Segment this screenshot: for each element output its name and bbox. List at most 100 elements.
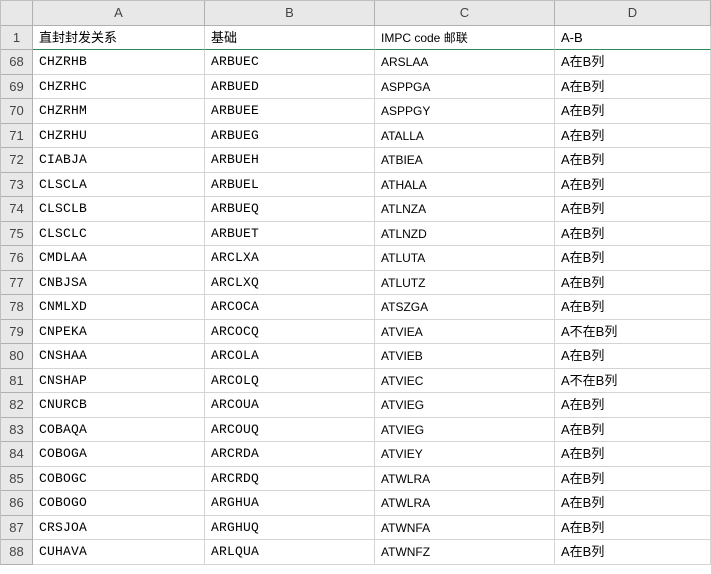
cell-B[interactable]: ARCOLQ	[205, 369, 375, 394]
cell-B[interactable]: ARGHUA	[205, 491, 375, 516]
cell-A[interactable]: CHZRHU	[33, 124, 205, 149]
row-header[interactable]: 70	[1, 99, 33, 124]
header-cell-B[interactable]: 基础	[205, 26, 375, 51]
row-header[interactable]: 1	[1, 26, 33, 51]
cell-B[interactable]: ARCLXQ	[205, 271, 375, 296]
cell-C[interactable]: ATWNFA	[375, 516, 555, 541]
cell-D[interactable]: A在B列	[555, 540, 711, 565]
cell-B[interactable]: ARCRDA	[205, 442, 375, 467]
cell-C[interactable]: ATVIEY	[375, 442, 555, 467]
cell-B[interactable]: ARGHUQ	[205, 516, 375, 541]
cell-A[interactable]: CMDLAA	[33, 246, 205, 271]
cell-A[interactable]: CUHAVA	[33, 540, 205, 565]
cell-C[interactable]: ASPPGY	[375, 99, 555, 124]
cell-C[interactable]: ATBIEA	[375, 148, 555, 173]
spreadsheet-grid[interactable]: A B C D 1 直封封发关系 基础 IMPC code 邮联 A-B 68C…	[0, 0, 711, 565]
cell-C[interactable]: ATLUTZ	[375, 271, 555, 296]
cell-C[interactable]: ATVIEC	[375, 369, 555, 394]
cell-B[interactable]: ARBUEG	[205, 124, 375, 149]
row-header[interactable]: 73	[1, 173, 33, 198]
col-header-A[interactable]: A	[33, 1, 205, 26]
cell-B[interactable]: ARCOCA	[205, 295, 375, 320]
col-header-D[interactable]: D	[555, 1, 711, 26]
cell-C[interactable]: ATSZGA	[375, 295, 555, 320]
cell-D[interactable]: A在B列	[555, 99, 711, 124]
cell-C[interactable]: ATALLA	[375, 124, 555, 149]
cell-D[interactable]: A在B列	[555, 75, 711, 100]
cell-A[interactable]: COBOGA	[33, 442, 205, 467]
cell-A[interactable]: CNSHAP	[33, 369, 205, 394]
cell-C[interactable]: ATVIEG	[375, 393, 555, 418]
cell-B[interactable]: ARBUEC	[205, 50, 375, 75]
row-header[interactable]: 78	[1, 295, 33, 320]
corner-cell[interactable]	[1, 1, 33, 26]
col-header-C[interactable]: C	[375, 1, 555, 26]
cell-B[interactable]: ARBUEH	[205, 148, 375, 173]
cell-A[interactable]: CNMLXD	[33, 295, 205, 320]
cell-C[interactable]: ATLNZD	[375, 222, 555, 247]
cell-C[interactable]: ASPPGA	[375, 75, 555, 100]
cell-A[interactable]: CNPEKA	[33, 320, 205, 345]
row-header[interactable]: 88	[1, 540, 33, 565]
cell-B[interactable]: ARBUET	[205, 222, 375, 247]
cell-D[interactable]: A在B列	[555, 418, 711, 443]
row-header[interactable]: 84	[1, 442, 33, 467]
cell-B[interactable]: ARCOLA	[205, 344, 375, 369]
cell-B[interactable]: ARLQUA	[205, 540, 375, 565]
row-header[interactable]: 80	[1, 344, 33, 369]
cell-D[interactable]: A在B列	[555, 393, 711, 418]
cell-D[interactable]: A在B列	[555, 124, 711, 149]
row-header[interactable]: 81	[1, 369, 33, 394]
cell-D[interactable]: A不在B列	[555, 369, 711, 394]
cell-B[interactable]: ARBUEL	[205, 173, 375, 198]
cell-D[interactable]: A在B列	[555, 491, 711, 516]
row-header[interactable]: 74	[1, 197, 33, 222]
cell-A[interactable]: COBAQA	[33, 418, 205, 443]
row-header[interactable]: 79	[1, 320, 33, 345]
cell-D[interactable]: A在B列	[555, 271, 711, 296]
cell-D[interactable]: A在B列	[555, 222, 711, 247]
row-header[interactable]: 87	[1, 516, 33, 541]
cell-A[interactable]: COBOGC	[33, 467, 205, 492]
row-header[interactable]: 72	[1, 148, 33, 173]
cell-B[interactable]: ARBUEE	[205, 99, 375, 124]
row-header[interactable]: 83	[1, 418, 33, 443]
cell-B[interactable]: ARCOUA	[205, 393, 375, 418]
header-cell-D[interactable]: A-B	[555, 26, 711, 51]
row-header[interactable]: 85	[1, 467, 33, 492]
cell-C[interactable]: ATWNFZ	[375, 540, 555, 565]
cell-D[interactable]: A在B列	[555, 295, 711, 320]
cell-C[interactable]: ATLNZA	[375, 197, 555, 222]
header-cell-A[interactable]: 直封封发关系	[33, 26, 205, 51]
cell-A[interactable]: CHZRHC	[33, 75, 205, 100]
cell-A[interactable]: CNSHAA	[33, 344, 205, 369]
col-header-B[interactable]: B	[205, 1, 375, 26]
cell-D[interactable]: A在B列	[555, 516, 711, 541]
row-header[interactable]: 76	[1, 246, 33, 271]
cell-A[interactable]: CNBJSA	[33, 271, 205, 296]
cell-D[interactable]: A不在B列	[555, 320, 711, 345]
row-header[interactable]: 69	[1, 75, 33, 100]
cell-B[interactable]: ARBUED	[205, 75, 375, 100]
row-header[interactable]: 68	[1, 50, 33, 75]
cell-D[interactable]: A在B列	[555, 148, 711, 173]
cell-B[interactable]: ARCRDQ	[205, 467, 375, 492]
cell-A[interactable]: CNURCB	[33, 393, 205, 418]
cell-C[interactable]: ATHALA	[375, 173, 555, 198]
cell-D[interactable]: A在B列	[555, 442, 711, 467]
cell-D[interactable]: A在B列	[555, 50, 711, 75]
header-cell-C[interactable]: IMPC code 邮联	[375, 26, 555, 51]
cell-D[interactable]: A在B列	[555, 197, 711, 222]
cell-A[interactable]: CHZRHB	[33, 50, 205, 75]
cell-A[interactable]: COBOGO	[33, 491, 205, 516]
cell-C[interactable]: ATWLRA	[375, 467, 555, 492]
cell-A[interactable]: CLSCLC	[33, 222, 205, 247]
cell-C[interactable]: ARSLAA	[375, 50, 555, 75]
cell-A[interactable]: CIABJA	[33, 148, 205, 173]
cell-D[interactable]: A在B列	[555, 173, 711, 198]
cell-C[interactable]: ATWLRA	[375, 491, 555, 516]
cell-C[interactable]: ATVIEB	[375, 344, 555, 369]
cell-D[interactable]: A在B列	[555, 246, 711, 271]
row-header[interactable]: 82	[1, 393, 33, 418]
row-header[interactable]: 77	[1, 271, 33, 296]
